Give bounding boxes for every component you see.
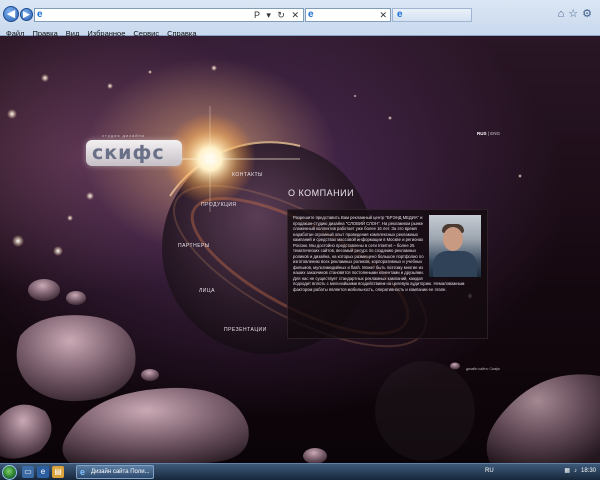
menu-bar: Файл Правка Вид Избранное Сервис Справка	[0, 23, 600, 38]
person-photo	[429, 215, 481, 277]
about-panel: Разрешите представить Вам рекламный цент…	[287, 209, 488, 339]
input-language[interactable]: RU	[485, 468, 494, 474]
lang-rus[interactable]: RUS	[477, 131, 487, 136]
section-title: О КОМПАНИИ	[288, 188, 355, 198]
browser-toolbar: ◀ ▶ e P ▾ ↻ ✕ e ✕ e ⌂☆⚙ Файл Правка Вид Изб…	[0, 0, 600, 38]
tray-network-icon[interactable]: ▦	[564, 468, 570, 474]
site-logo[interactable]: студия дизайна скифс	[86, 133, 182, 166]
windows-start-icon[interactable]	[2, 465, 17, 480]
back-arrow-icon[interactable]: ◀	[3, 6, 19, 22]
tab-active[interactable]: e ✕	[305, 8, 391, 22]
ie-tab-icon: e	[397, 9, 403, 20]
favorites-star-icon[interactable]: ☆	[568, 8, 582, 20]
taskbar: ▭ e ▤ e Дизайн сайта Поли... RU ▦ ♪ 18:30	[0, 463, 600, 480]
nav-contacts[interactable]: Контакты	[232, 172, 263, 178]
folder-quicklaunch-icon[interactable]: ▤	[52, 466, 64, 478]
taskbar-task-label: Дизайн сайта Поли...	[91, 469, 150, 475]
ie-tab-icon: e	[308, 9, 314, 20]
nav-partners[interactable]: Партнеры	[178, 243, 210, 249]
show-desktop-icon[interactable]: ▭	[22, 466, 34, 478]
nav-products[interactable]: Продукция	[201, 202, 237, 208]
ie-task-icon: e	[80, 467, 86, 477]
home-icon[interactable]: ⌂	[558, 8, 569, 20]
forward-arrow-icon[interactable]: ▶	[20, 8, 33, 21]
tab-new[interactable]: e	[392, 8, 472, 22]
system-tray: ▦ ♪ 18:30	[560, 467, 596, 474]
nav-faces[interactable]: Лица	[199, 288, 215, 294]
tray-volume-icon[interactable]: ♪	[574, 468, 577, 474]
clock[interactable]: 18:30	[581, 468, 596, 474]
taskbar-task-button[interactable]: e Дизайн сайта Поли...	[76, 465, 154, 479]
asteroid-large-graphic	[16, 315, 136, 402]
logo-tagline: студия дизайна	[102, 133, 145, 138]
nav-presentations[interactable]: Презентации	[224, 327, 267, 333]
browser-right-icons: ⌂☆⚙	[558, 7, 596, 20]
web-page: студия дизайна скифс Контакты Продукция …	[0, 36, 600, 463]
ie-quicklaunch-icon[interactable]: e	[37, 466, 49, 478]
site-credit[interactable]: дизайн сайта: Скифс	[466, 367, 500, 371]
language-switch[interactable]: RUS | ENG	[477, 131, 500, 136]
gear-icon[interactable]: ⚙	[582, 8, 596, 20]
tab-close-icon[interactable]: ✕	[379, 10, 387, 20]
address-bar[interactable]: e P ▾ ↻ ✕	[34, 8, 304, 22]
lang-eng[interactable]: ENG	[490, 131, 500, 136]
logo-wordmark: скифс	[92, 142, 165, 164]
address-tools[interactable]: P ▾ ↻ ✕	[254, 9, 301, 21]
ie-page-icon: e	[37, 9, 43, 20]
